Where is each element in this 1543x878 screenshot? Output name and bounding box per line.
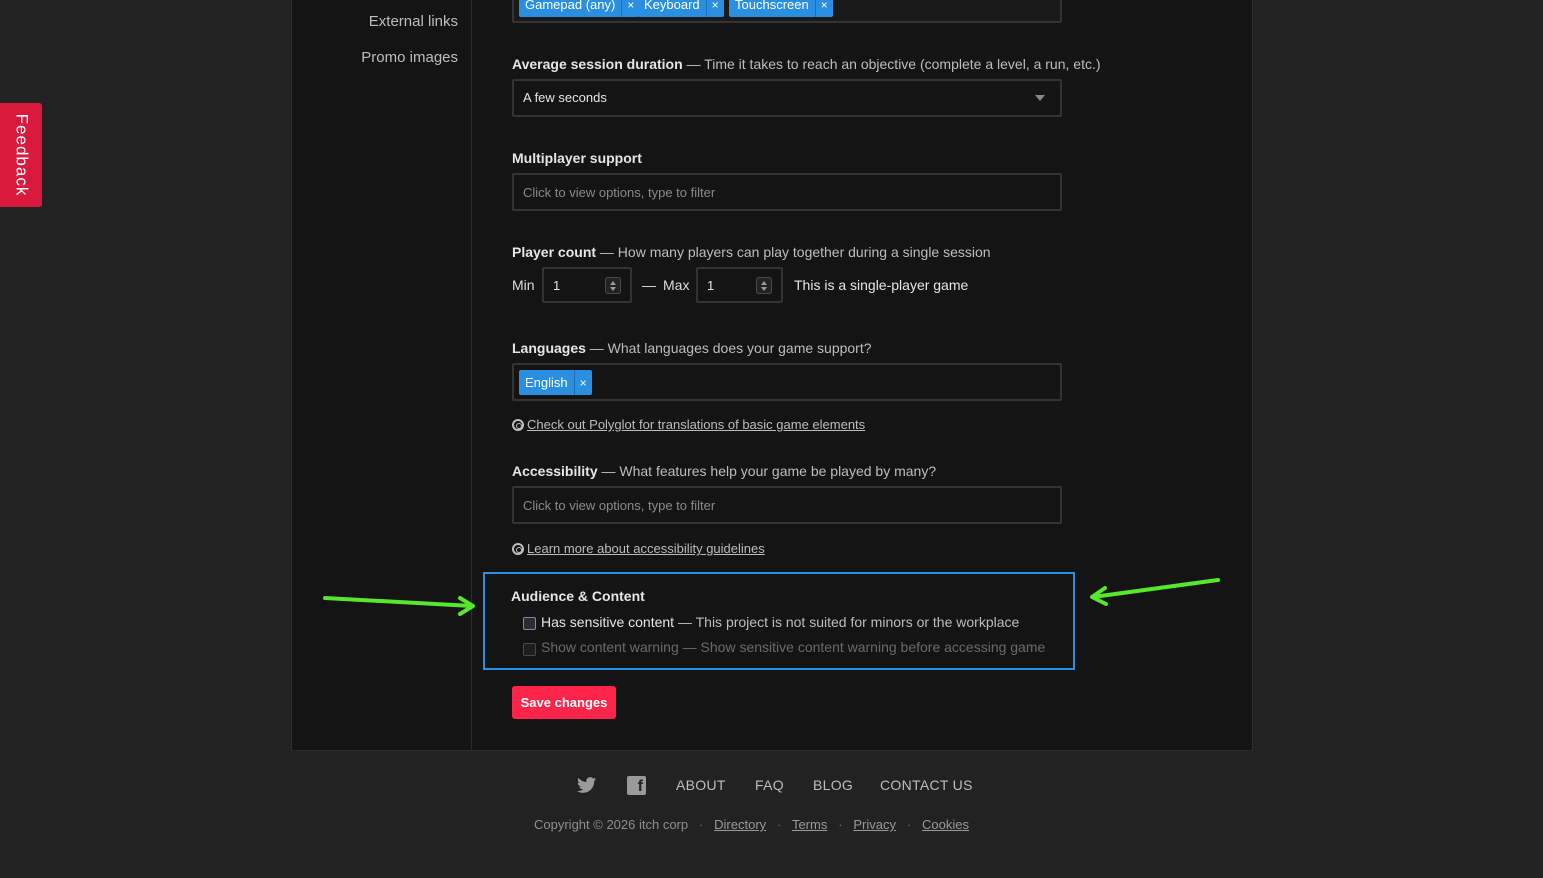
footer-separator: · bbox=[698, 817, 704, 832]
footer-link-cookies[interactable]: Cookies bbox=[922, 817, 969, 832]
tag-remove-button[interactable]: × bbox=[705, 0, 724, 17]
sidebar-item-promo-images[interactable]: Promo images bbox=[361, 49, 458, 66]
player-count-label: Player count — How many players can play… bbox=[512, 244, 991, 260]
max-players-value: 1 bbox=[707, 278, 715, 293]
sensitive-content-title: Has sensitive content bbox=[541, 614, 675, 630]
footer-link-contact[interactable]: CONTACT US bbox=[880, 777, 973, 793]
feedback-tab-label: Feedback bbox=[12, 113, 32, 197]
stepper-icon[interactable] bbox=[756, 277, 772, 294]
session-duration-select[interactable]: A few seconds bbox=[512, 79, 1062, 117]
tag-remove-button[interactable]: × bbox=[573, 370, 592, 395]
tag-label: English bbox=[525, 375, 568, 390]
accessibility-input[interactable] bbox=[512, 486, 1062, 524]
sensitive-content-checkbox[interactable] bbox=[523, 617, 536, 630]
sidebar-item-external-links[interactable]: External links bbox=[369, 13, 458, 30]
green-arrow-annotation-left bbox=[323, 596, 475, 616]
copyright-text: Copyright © 2026 itch corp bbox=[534, 817, 689, 832]
accessibility-guidelines-link[interactable]: Learn more about accessibility guideline… bbox=[512, 541, 765, 556]
player-count-hint: — How many players can play together dur… bbox=[599, 244, 991, 260]
save-changes-button[interactable]: Save changes bbox=[512, 686, 616, 719]
content-warning-checkbox bbox=[523, 643, 536, 656]
multiplayer-input[interactable] bbox=[512, 173, 1062, 211]
multiplayer-label: Multiplayer support bbox=[512, 150, 642, 166]
sidebar: External links Promo images bbox=[292, 0, 472, 750]
range-dash: — bbox=[642, 277, 656, 293]
tag-gamepad: Gamepad (any) × bbox=[519, 0, 640, 17]
footer-link-privacy[interactable]: Privacy bbox=[853, 817, 896, 832]
tag-label: Keyboard bbox=[644, 0, 700, 12]
tag-label: Gamepad (any) bbox=[525, 0, 616, 12]
content-warning-title: Show content warning bbox=[541, 639, 679, 655]
player-count-title: Player count bbox=[512, 244, 597, 260]
lifebuoy-icon bbox=[512, 418, 524, 431]
polyglot-link[interactable]: Check out Polyglot for translations of b… bbox=[512, 417, 865, 432]
green-arrow-annotation-right bbox=[1090, 578, 1220, 606]
footer-link-terms[interactable]: Terms bbox=[792, 817, 827, 832]
accessibility-guidelines-text: Learn more about accessibility guideline… bbox=[527, 541, 765, 556]
feedback-tab[interactable]: Feedback bbox=[0, 103, 42, 207]
tag-remove-button[interactable]: × bbox=[814, 0, 833, 17]
facebook-icon[interactable]: f bbox=[627, 776, 646, 795]
chevron-down-icon bbox=[1035, 95, 1045, 101]
player-count-status: This is a single-player game bbox=[794, 277, 969, 293]
twitter-icon[interactable] bbox=[577, 777, 597, 794]
min-players-value: 1 bbox=[553, 278, 561, 293]
session-duration-title: Average session duration bbox=[512, 56, 683, 72]
multiplayer-title: Multiplayer support bbox=[512, 150, 642, 166]
tag-label: Touchscreen bbox=[735, 0, 809, 12]
tag-keyboard: Keyboard × bbox=[638, 0, 724, 17]
footer-link-about[interactable]: ABOUT bbox=[676, 777, 726, 793]
audience-title: Audience & Content bbox=[511, 588, 645, 604]
accessibility-hint: — What features help your game be played… bbox=[601, 463, 937, 479]
max-players-input[interactable]: 1 bbox=[696, 267, 783, 303]
session-duration-hint: — Time it takes to reach an objective (c… bbox=[686, 56, 1101, 72]
content-warning-hint: — Show sensitive content warning before … bbox=[682, 639, 1046, 655]
footer-separator: · bbox=[838, 817, 843, 832]
session-duration-value: A few seconds bbox=[523, 90, 607, 105]
content-warning-label: Show content warning — Show sensitive co… bbox=[541, 639, 1045, 655]
input-methods-field[interactable]: Gamepad (any) × Keyboard × Touchscreen × bbox=[512, 0, 1062, 23]
stepper-icon[interactable] bbox=[605, 277, 621, 294]
languages-label: Languages — What languages does your gam… bbox=[512, 340, 872, 356]
footer-link-faq[interactable]: FAQ bbox=[755, 777, 784, 793]
footer-separator: · bbox=[777, 817, 782, 832]
languages-title: Languages bbox=[512, 340, 586, 356]
max-label: Max bbox=[663, 277, 690, 293]
min-players-input[interactable]: 1 bbox=[542, 267, 632, 303]
audience-content-highlight: Audience & Content Has sensitive content… bbox=[483, 572, 1075, 670]
accessibility-label: Accessibility — What features help your … bbox=[512, 463, 936, 479]
sensitive-content-label[interactable]: Has sensitive content — This project is … bbox=[541, 614, 1019, 630]
tag-remove-button[interactable]: × bbox=[621, 0, 639, 17]
sensitive-content-hint: — This project is not suited for minors … bbox=[677, 614, 1020, 630]
footer-separator: · bbox=[906, 817, 912, 832]
accessibility-title: Accessibility bbox=[512, 463, 598, 479]
lifebuoy-icon bbox=[512, 542, 524, 555]
min-label: Min bbox=[512, 277, 535, 293]
footer-link-blog[interactable]: BLOG bbox=[813, 777, 853, 793]
session-duration-label: Average session duration — Time it takes… bbox=[512, 56, 1101, 72]
footer-link-directory[interactable]: Directory bbox=[714, 817, 766, 832]
languages-hint: — What languages does your game support? bbox=[589, 340, 872, 356]
polyglot-link-text: Check out Polyglot for translations of b… bbox=[527, 417, 866, 432]
languages-field[interactable]: English × bbox=[512, 363, 1062, 401]
tag-touchscreen: Touchscreen × bbox=[729, 0, 833, 17]
tag-english: English × bbox=[519, 370, 592, 395]
footer-legal: Copyright © 2026 itch corp · Directory ·… bbox=[534, 817, 969, 832]
